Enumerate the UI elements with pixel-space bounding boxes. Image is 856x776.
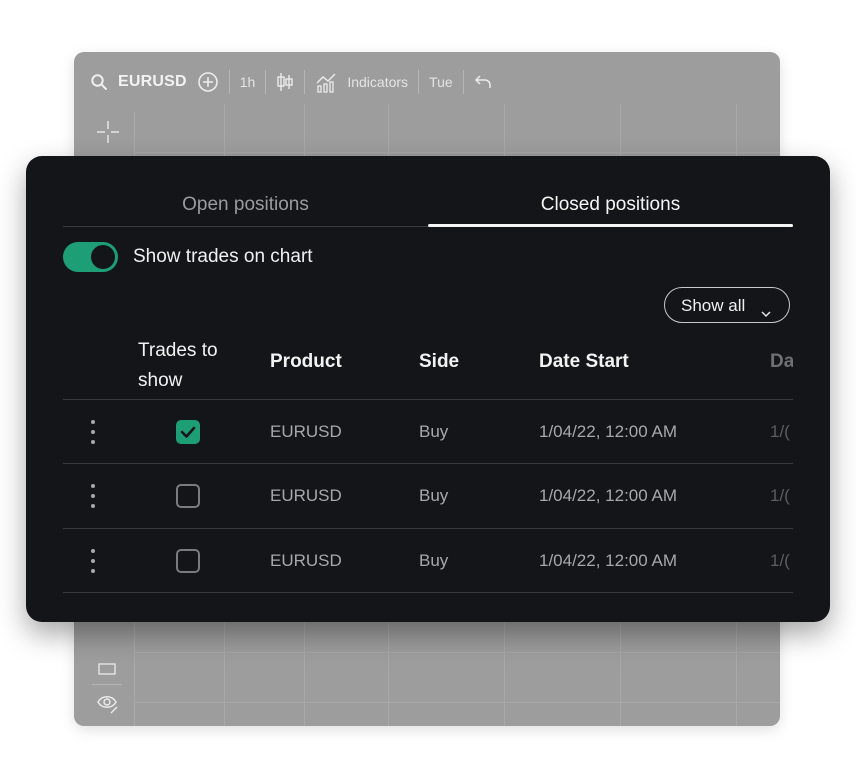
table-row[interactable]: EURUSD Buy 1/04/22, 12:00 AM 1/( (63, 463, 793, 528)
positions-tabs: Open positions Closed positions (63, 182, 793, 227)
cell-date-start: 1/04/22, 12:00 AM (539, 422, 677, 441)
cell-date-end: 1/( (770, 486, 790, 505)
candles-icon[interactable] (276, 72, 294, 92)
cell-product: EURUSD (270, 486, 342, 505)
column-header-side[interactable]: Side (419, 351, 459, 373)
table-row[interactable]: EURUSD Buy 1/04/22, 12:00 AM 1/( (63, 528, 793, 593)
trade-checkbox[interactable] (176, 484, 200, 508)
show-trades-label: Show trades on chart (133, 246, 313, 267)
day-button[interactable]: Tue (429, 74, 453, 90)
column-header-date-start[interactable]: Date Start (539, 351, 629, 373)
indicators-button[interactable]: Indicators (347, 74, 408, 90)
checkmark-icon (180, 426, 196, 438)
undo-icon[interactable] (474, 74, 492, 90)
cell-product: EURUSD (270, 422, 342, 441)
trade-checkbox[interactable] (176, 549, 200, 573)
toolbar-divider (228, 70, 230, 94)
chart-toolbar: EURUSD 1h Indicators Tue (74, 52, 780, 112)
row-menu-icon[interactable] (91, 484, 95, 510)
table-bottom-border (63, 592, 793, 593)
add-symbol-icon[interactable] (197, 71, 219, 93)
cell-side: Buy (419, 486, 449, 505)
lock-icon[interactable] (96, 662, 118, 684)
chevron-down-icon (759, 298, 773, 318)
cell-date-start: 1/04/22, 12:00 AM (539, 486, 677, 505)
crosshair-icon[interactable] (96, 120, 119, 143)
grid-line (134, 652, 780, 653)
cell-product: EURUSD (270, 551, 342, 570)
show-all-label: Show all (681, 296, 746, 315)
interval-button[interactable]: 1h (240, 74, 256, 90)
column-header-date-end[interactable]: Da (770, 351, 793, 373)
positions-table: Trades to show Product Side Date Start D… (63, 334, 793, 594)
trade-checkbox[interactable] (176, 420, 200, 444)
grid-line (134, 152, 780, 153)
table-row[interactable]: EURUSD Buy 1/04/22, 12:00 AM 1/( (63, 399, 793, 464)
tab-closed-positions[interactable]: Closed positions (428, 182, 793, 227)
cell-date-start: 1/04/22, 12:00 AM (539, 551, 677, 570)
search-icon[interactable] (90, 73, 108, 91)
show-trades-toggle[interactable] (63, 242, 118, 272)
indicators-icon[interactable] (315, 71, 337, 93)
cell-date-end: 1/( (770, 551, 790, 570)
column-header-trades-to-show: Trades to show (138, 340, 218, 391)
row-menu-icon[interactable] (91, 420, 95, 446)
positions-panel: Open positions Closed positions Show tra… (26, 156, 830, 622)
toolbar-divider (92, 684, 122, 685)
toolbar-divider (265, 70, 267, 94)
cell-side: Buy (419, 551, 449, 570)
visibility-icon[interactable] (96, 692, 118, 714)
tab-open-positions[interactable]: Open positions (63, 182, 428, 226)
symbol-label[interactable]: EURUSD (118, 73, 187, 91)
toolbar-divider (418, 70, 420, 94)
toolbar-divider (462, 70, 464, 94)
row-menu-icon[interactable] (91, 549, 95, 575)
cell-side: Buy (419, 422, 449, 441)
cell-date-end: 1/( (770, 422, 790, 441)
grid-line (134, 702, 780, 703)
show-all-dropdown[interactable]: Show all (664, 287, 790, 323)
toolbar-divider (304, 70, 306, 94)
toggle-knob (91, 245, 115, 269)
column-header-product[interactable]: Product (270, 351, 342, 373)
